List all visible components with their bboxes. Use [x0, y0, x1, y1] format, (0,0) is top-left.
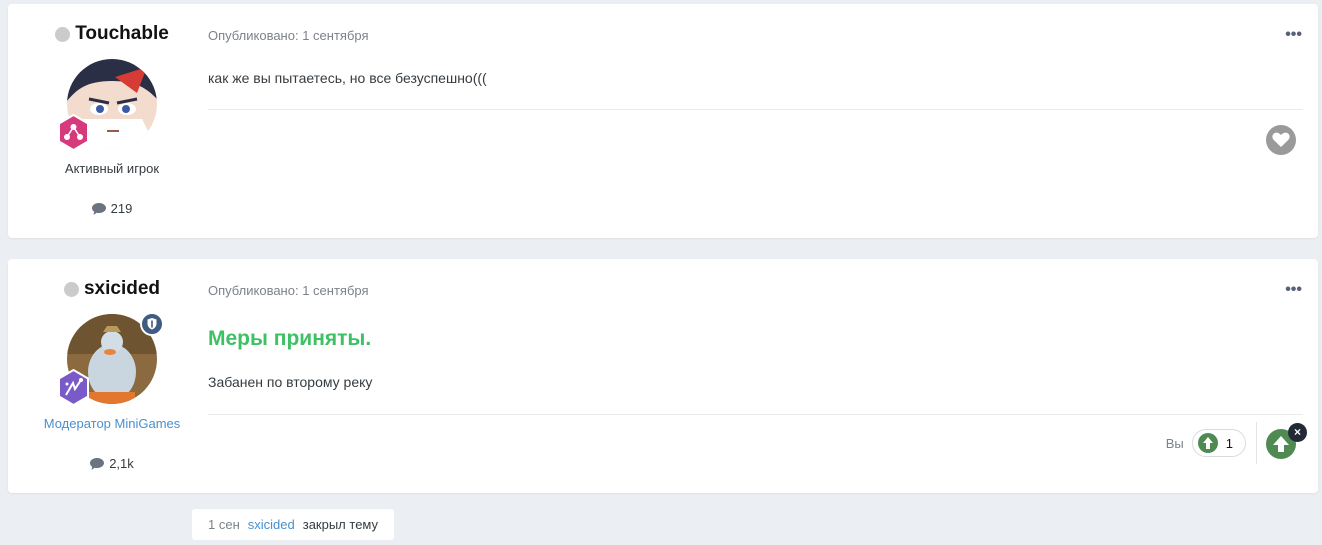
heart-icon[interactable]	[1266, 125, 1296, 155]
topic-event: 1 сен sxicided закрыл тему	[192, 509, 395, 540]
event-user[interactable]: sxicided	[248, 517, 295, 532]
more-options-icon[interactable]: •••	[1285, 26, 1302, 44]
reaction-summary: Вы 1	[1166, 429, 1246, 457]
author-role[interactable]: Модератор MiniGames	[8, 416, 216, 431]
author-name[interactable]: Touchable	[75, 23, 169, 45]
post-card: sxicided Модератор MiniGames 2,1k Опубли…	[8, 259, 1318, 493]
rank-badge-icon	[55, 368, 92, 407]
divider	[208, 109, 1303, 110]
avatar-wrap	[58, 59, 157, 152]
author-name-row: sxicided	[8, 278, 216, 300]
author-name-row: Touchable	[8, 23, 216, 45]
post-count-value: 219	[110, 201, 133, 216]
rank-badge-icon	[55, 113, 92, 152]
post-count[interactable]: 2,1k	[8, 456, 216, 471]
avatar-wrap	[58, 312, 164, 407]
post-content: Забанен по второму реку	[208, 374, 373, 390]
post-card: Touchable Активный игрок 219 Опубликован…	[8, 4, 1318, 238]
comment-icon	[91, 202, 106, 215]
more-options-icon[interactable]: •••	[1285, 281, 1302, 299]
post-meta[interactable]: Опубликовано: 1 сентября	[208, 283, 369, 298]
vertical-divider	[1256, 422, 1257, 464]
close-icon[interactable]: ×	[1288, 423, 1307, 442]
moderator-shield-icon	[140, 312, 164, 336]
reaction-count: 1	[1225, 435, 1233, 451]
post-headline: Меры приняты.	[208, 327, 372, 350]
upvote-icon	[1197, 433, 1218, 453]
comment-icon	[90, 457, 105, 470]
event-date[interactable]: 1 сен	[208, 517, 240, 532]
post-meta[interactable]: Опубликовано: 1 сентября	[208, 28, 369, 43]
status-dot-icon	[55, 26, 71, 42]
reaction-pill[interactable]: 1	[1191, 429, 1246, 457]
post-content: как же вы пытаетесь, но все безуспешно((…	[208, 70, 487, 86]
post-count-value: 2,1k	[109, 456, 134, 471]
reaction-label: Вы	[1165, 435, 1184, 451]
post-count[interactable]: 219	[8, 201, 216, 216]
status-dot-icon	[63, 281, 79, 297]
author-role: Активный игрок	[64, 161, 160, 176]
event-action: закрыл тему	[302, 517, 379, 532]
divider	[208, 414, 1303, 415]
author-name[interactable]: sxicided	[84, 278, 160, 300]
